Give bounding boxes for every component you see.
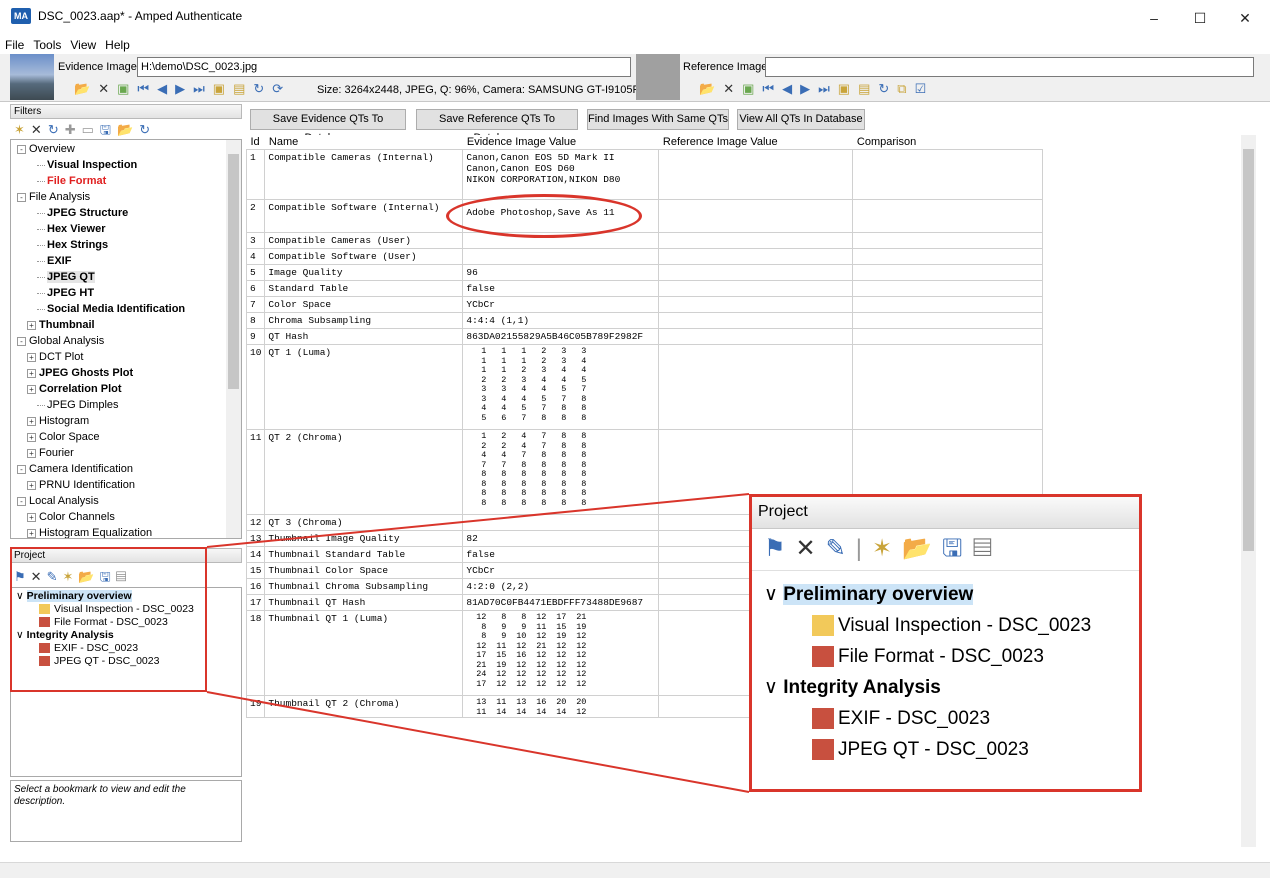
bookmark-item[interactable]: EXIF - DSC_0023 xyxy=(812,703,990,734)
project-group[interactable]: ∨ Integrity Analysis xyxy=(764,672,941,703)
bookmark-label: EXIF - DSC_0023 xyxy=(838,708,991,729)
bookmark-label: Visual Inspection - DSC_0023 xyxy=(838,615,1092,636)
project-zoom-toolbar: ⚑✕✎|✶📂🖫▤ xyxy=(752,529,1139,571)
bookmark-item[interactable]: JPEG QT - DSC_0023 xyxy=(812,734,1029,765)
flag-icon[interactable]: ⚑ xyxy=(764,535,796,562)
status-bar xyxy=(0,862,1270,878)
bookmark-label: File Format - DSC_0023 xyxy=(838,646,1044,667)
toolbar-separator: | xyxy=(855,535,872,562)
chevron-down-icon[interactable]: ∨ xyxy=(764,584,783,605)
delete-icon[interactable]: ✕ xyxy=(796,535,826,562)
bookmark-color-icon xyxy=(812,615,834,637)
save-icon[interactable]: 🖫 xyxy=(942,535,972,562)
properties-icon[interactable]: ▤ xyxy=(972,535,1002,562)
project-group-label: Integrity Analysis xyxy=(783,677,941,698)
bookmark-color-icon xyxy=(812,739,834,761)
project-group-label: Preliminary overview xyxy=(783,584,974,605)
project-group[interactable]: ∨ Preliminary overview xyxy=(764,579,974,610)
project-zoom-callout: Project ⚑✕✎|✶📂🖫▤ ∨ Preliminary overview V… xyxy=(749,494,1142,792)
new-icon[interactable]: ✶ xyxy=(872,535,902,562)
edit-icon[interactable]: ✎ xyxy=(826,535,856,562)
bookmark-color-icon xyxy=(812,708,834,730)
open-folder-icon[interactable]: 📂 xyxy=(902,535,942,562)
bookmark-label: JPEG QT - DSC_0023 xyxy=(838,739,1029,760)
chevron-down-icon[interactable]: ∨ xyxy=(764,677,783,698)
bookmark-color-icon xyxy=(812,646,834,668)
project-zoom-header: Project xyxy=(752,497,1139,529)
bookmark-item[interactable]: File Format - DSC_0023 xyxy=(812,641,1044,672)
bookmark-item[interactable]: Visual Inspection - DSC_0023 xyxy=(812,610,1091,641)
